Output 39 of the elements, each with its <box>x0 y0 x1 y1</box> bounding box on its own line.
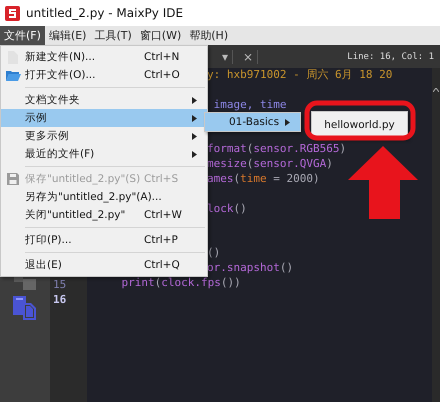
menu-bar-item[interactable]: 编辑(E) <box>44 26 90 45</box>
menu-item[interactable]: 关闭"untitled_2.py" Ctrl+W <box>1 206 207 224</box>
code-line: image, time <box>212 98 286 111</box>
menu-item[interactable]: 01-Basics <box>205 113 300 131</box>
menu-bar-item[interactable]: 文件(F) <box>0 26 45 45</box>
menu-item[interactable]: 最近的文件(F) <box>1 145 207 163</box>
square-icon <box>14 276 36 290</box>
menu-bar-item[interactable]: 窗口(W) <box>136 26 186 45</box>
menu-item[interactable]: 另存为"untitled_2.py"(A)... <box>1 188 207 206</box>
app-logo-icon <box>5 6 20 20</box>
scroll-up-icon[interactable] <box>433 88 439 92</box>
menu-item[interactable]: 打印(P)... Ctrl+P <box>1 231 207 249</box>
code-line: lock() <box>207 202 247 215</box>
code-line: () <box>207 246 220 260</box>
submenu-arrow-icon <box>192 96 197 104</box>
menu-item[interactable]: 退出(E) Ctrl+Q <box>1 256 207 274</box>
menu-item[interactable]: 示例 <box>1 109 207 127</box>
submenu-arrow-icon <box>192 114 197 122</box>
cursor-position: Line: 16, Col: 1 <box>347 52 434 62</box>
folder-icon <box>6 70 20 80</box>
code-line: print(clock.fps()) <box>120 276 241 290</box>
submenu-arrow-icon <box>192 132 197 140</box>
menu-item[interactable]: 新建文件(N)... Ctrl+N <box>1 48 207 66</box>
line-number: 16 <box>52 292 68 308</box>
menu-bar-item[interactable]: 帮助(H) <box>185 26 232 45</box>
window-title: untitled_2.py - MaixPy IDE <box>26 6 184 20</box>
menu-item[interactable]: 文档文件夹 <box>1 91 207 109</box>
documents-icon <box>13 296 37 320</box>
code-line: ames(time = 2000) <box>207 172 320 186</box>
menu-bar-item[interactable]: 工具(T) <box>90 26 136 45</box>
code-line: or.snapshot() <box>207 261 294 274</box>
submenu-arrow-icon <box>285 118 290 126</box>
code-line: mesize(sensor.QVGA) <box>207 157 333 170</box>
line-number: 15 <box>52 278 68 293</box>
menu-item[interactable]: 更多示例 <box>1 127 207 145</box>
submenu-arrow-icon <box>192 150 197 158</box>
code-line: y: hxb971002 - 周六 6月 18 20 <box>207 68 392 81</box>
menu-item[interactable]: 打开文件(O)... Ctrl+O <box>1 66 207 84</box>
code-line: format(sensor.RGB565) <box>207 142 346 156</box>
